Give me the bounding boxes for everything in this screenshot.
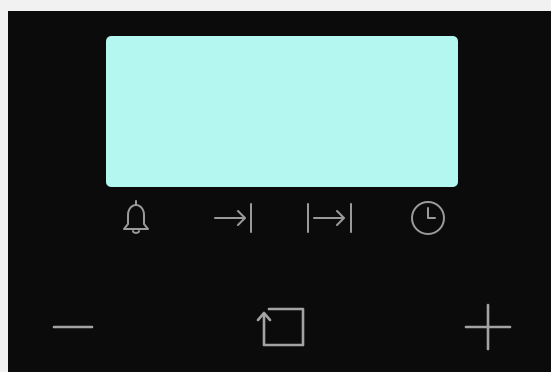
corner-arrow-square-icon (253, 304, 309, 352)
arrow-to-bar-right-icon (212, 198, 256, 238)
minus-button[interactable] (48, 307, 98, 347)
duration-button[interactable] (212, 198, 256, 238)
plus-button[interactable] (460, 303, 516, 351)
control-panel (8, 11, 551, 372)
lcd-display (106, 36, 458, 187)
end-time-button[interactable] (305, 198, 355, 238)
minus-icon (48, 307, 98, 347)
mode-button[interactable] (253, 304, 309, 352)
clock-icon (408, 198, 448, 238)
plus-icon (460, 303, 516, 351)
alarm-button[interactable] (116, 198, 156, 238)
bell-icon (116, 198, 156, 238)
clock-button[interactable] (408, 198, 448, 238)
bar-arrow-bar-icon (305, 198, 355, 238)
